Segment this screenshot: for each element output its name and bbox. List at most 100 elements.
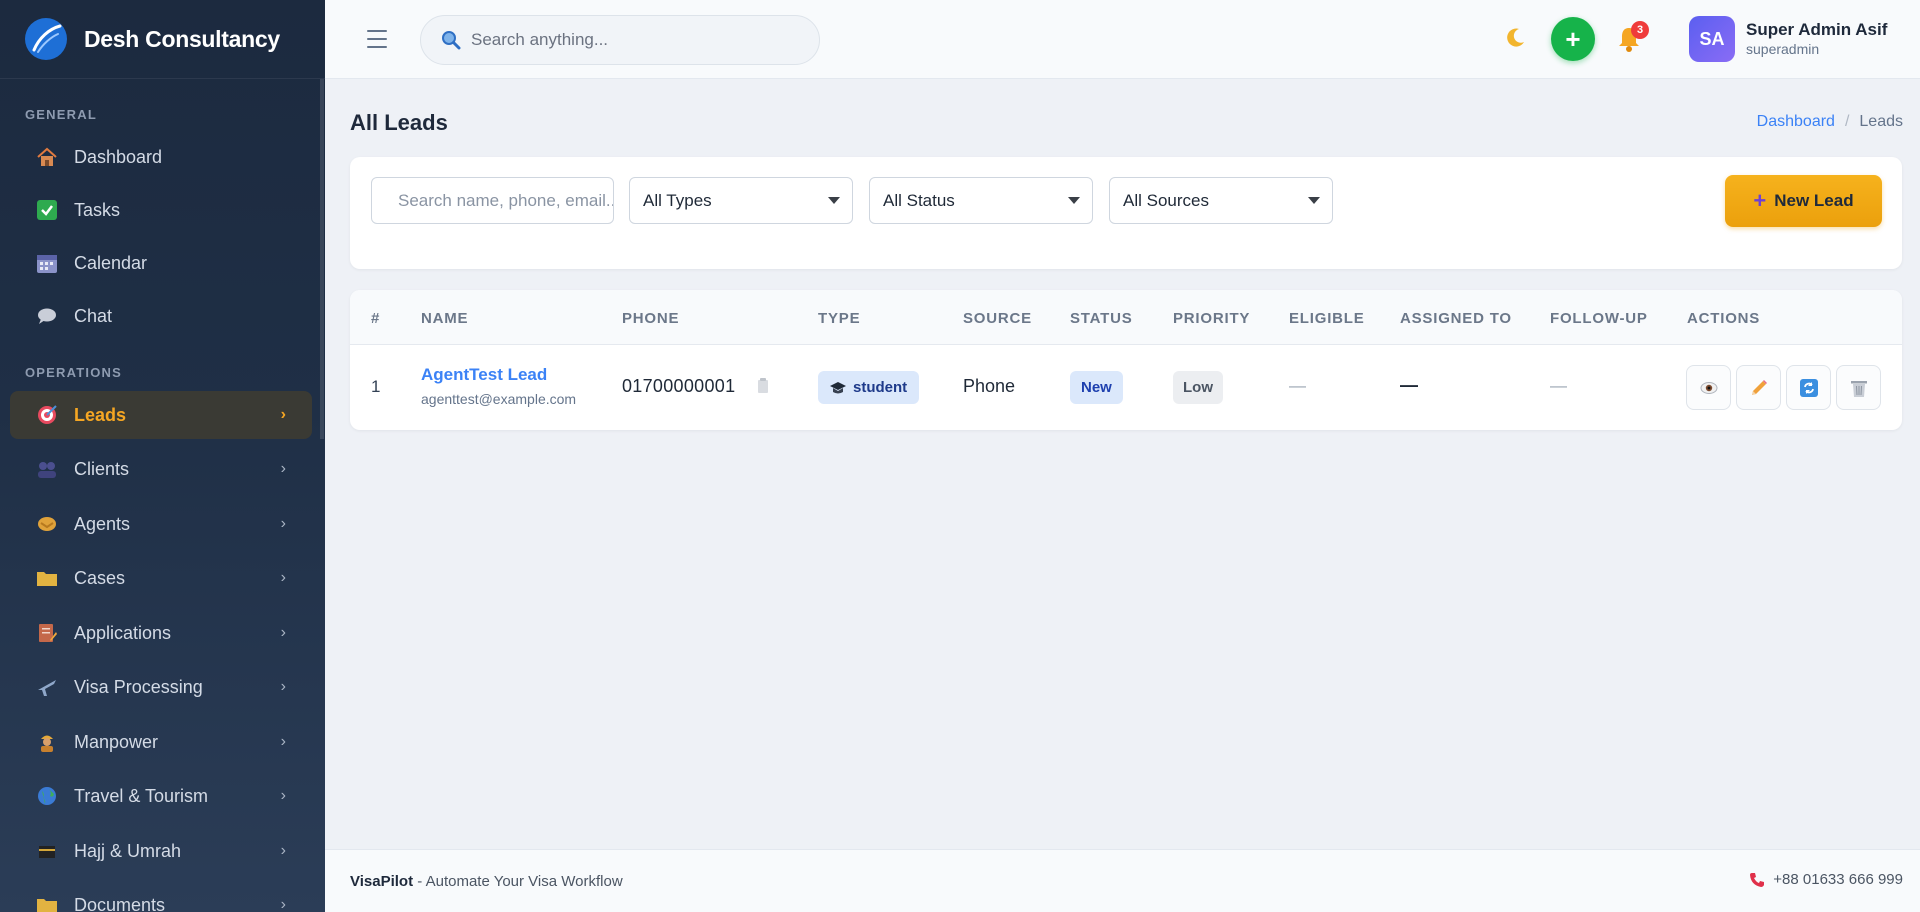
view-lead-button[interactable] — [1686, 365, 1731, 410]
convert-lead-button[interactable] — [1786, 365, 1831, 410]
hamburger-menu-icon[interactable] — [365, 27, 389, 51]
chevron-right-icon: › — [280, 842, 286, 859]
follow-up-value: — — [1550, 376, 1567, 395]
document-pen-icon — [35, 621, 59, 645]
notification-count-badge: 3 — [1631, 21, 1649, 39]
eligible-value: — — [1289, 376, 1306, 395]
sidebar-item-visa-processing[interactable]: Visa Processing › — [10, 663, 312, 711]
delete-lead-button[interactable] — [1836, 365, 1881, 410]
new-lead-button[interactable]: + New Lead — [1725, 175, 1882, 227]
chevron-right-icon: › — [280, 624, 286, 641]
sidebar-item-label: Cases — [74, 567, 126, 588]
chevron-right-icon: › — [280, 515, 286, 532]
eye-icon — [1700, 381, 1717, 394]
sidebar-scrollbar[interactable] — [320, 79, 324, 439]
sidebar-item-label: Travel & Tourism — [74, 785, 209, 806]
folder-icon — [35, 566, 59, 590]
section-label-general: GENERAL — [25, 107, 97, 122]
sidebar-item-leads[interactable]: Leads › — [10, 391, 312, 439]
column-header-type: TYPE — [818, 310, 861, 327]
footer-brand: VisaPilot — [350, 872, 414, 890]
kaaba-icon — [35, 839, 59, 863]
source-filter-select[interactable]: All Sources — [1109, 177, 1333, 224]
sidebar-item-label: Manpower — [74, 731, 159, 752]
leads-table: # NAME PHONE TYPE SOURCE STATUS PRIORITY… — [350, 290, 1902, 430]
user-role: superadmin — [1746, 41, 1820, 57]
page-title: All Leads — [350, 110, 448, 135]
sidebar-item-calendar[interactable]: Calendar — [10, 239, 312, 287]
dark-mode-toggle-icon[interactable] — [1503, 26, 1527, 56]
quick-add-button[interactable]: + — [1551, 17, 1595, 61]
sidebar-item-applications[interactable]: Applications › — [10, 609, 312, 657]
chat-bubble-icon — [35, 304, 59, 328]
copy-phone-icon[interactable] — [756, 378, 770, 399]
user-avatar[interactable]: SA — [1689, 16, 1735, 62]
column-header-status: STATUS — [1070, 310, 1133, 327]
sidebar-item-manpower[interactable]: Manpower › — [10, 718, 312, 766]
assigned-to-value: — — [1400, 375, 1418, 395]
target-icon — [35, 403, 59, 427]
chevron-right-icon: › — [280, 733, 286, 750]
lead-name-link[interactable]: AgentTest Lead — [421, 365, 547, 385]
sidebar-item-tasks[interactable]: Tasks — [10, 186, 312, 234]
type-filter-select[interactable]: All Types — [629, 177, 853, 224]
status-filter-value: All Status — [883, 190, 955, 210]
chevron-right-icon: › — [280, 406, 286, 423]
type-label: student — [853, 379, 908, 396]
lead-search-input[interactable]: Search name, phone, email... — [371, 177, 614, 224]
sidebar-item-documents[interactable]: Documents › — [10, 881, 312, 912]
caret-down-icon — [828, 197, 840, 204]
sidebar-item-label: Hajj & Umrah — [74, 840, 182, 861]
status-filter-select[interactable]: All Status — [869, 177, 1093, 224]
sidebar-item-agents[interactable]: Agents › — [10, 500, 312, 548]
breadcrumb-dashboard-link[interactable]: Dashboard — [1757, 113, 1835, 131]
column-header-phone: PHONE — [622, 310, 680, 327]
sidebar-item-label: Chat — [74, 305, 113, 326]
column-header-eligible: ELIGIBLE — [1289, 310, 1365, 327]
sidebar-item-hajj-umrah[interactable]: Hajj & Umrah › — [10, 827, 312, 875]
status-badge: New — [1070, 371, 1123, 404]
column-header-name: NAME — [421, 310, 469, 327]
refresh-icon — [1799, 378, 1818, 397]
sidebar: Desh Consultancy GENERAL Dashboard Tasks… — [0, 0, 325, 912]
brand[interactable]: Desh Consultancy — [0, 0, 325, 79]
lead-source: Phone — [963, 376, 1016, 396]
breadcrumb-separator: / — [1844, 113, 1850, 130]
chevron-right-icon: › — [280, 678, 286, 695]
sidebar-item-clients[interactable]: Clients › — [10, 445, 312, 493]
edit-lead-button[interactable] — [1736, 365, 1781, 410]
sidebar-item-chat[interactable]: Chat — [10, 292, 312, 340]
column-header-source: SOURCE — [963, 310, 1032, 327]
section-label-operations: OPERATIONS — [25, 365, 122, 380]
brand-name: Desh Consultancy — [84, 25, 280, 52]
column-header-assigned-to: ASSIGNED TO — [1400, 310, 1512, 327]
chevron-right-icon: › — [280, 460, 286, 477]
footer-tagline: - Automate Your Visa Workflow — [413, 872, 623, 890]
column-header-actions: ACTIONS — [1687, 310, 1761, 327]
user-name[interactable]: Super Admin Asif — [1746, 20, 1887, 40]
graduation-cap-icon — [830, 381, 846, 393]
sidebar-item-travel-tourism[interactable]: Travel & Tourism › — [10, 772, 312, 820]
topbar: Search anything... + 3 SA Super Admin As… — [325, 0, 1920, 79]
sidebar-item-label: Clients — [74, 458, 130, 479]
sidebar-item-label: Tasks — [74, 199, 121, 220]
new-lead-label: New Lead — [1774, 191, 1854, 210]
sidebar-item-cases[interactable]: Cases › — [10, 554, 312, 602]
folder-icon — [35, 893, 59, 912]
lead-phone: 01700000001 — [622, 376, 736, 396]
sidebar-item-label: Visa Processing — [74, 676, 203, 697]
airplane-icon — [35, 675, 59, 699]
trash-icon — [1850, 380, 1867, 397]
footer-phone-number: +88 01633 666 999 — [1773, 871, 1903, 888]
sidebar-item-dashboard[interactable]: Dashboard — [10, 133, 312, 181]
chevron-right-icon: › — [280, 896, 286, 912]
footer-phone[interactable]: +88 01633 666 999 — [1749, 871, 1903, 888]
caret-down-icon — [1308, 197, 1320, 204]
lead-search-placeholder: Search name, phone, email... — [398, 190, 614, 210]
phone-icon — [1750, 872, 1765, 887]
sidebar-item-label: Leads — [74, 404, 127, 425]
chevron-right-icon: › — [280, 787, 286, 804]
global-search-input[interactable]: Search anything... — [420, 15, 820, 65]
lead-email: agenttest@example.com — [421, 391, 577, 407]
sidebar-item-label: Agents — [74, 513, 131, 534]
